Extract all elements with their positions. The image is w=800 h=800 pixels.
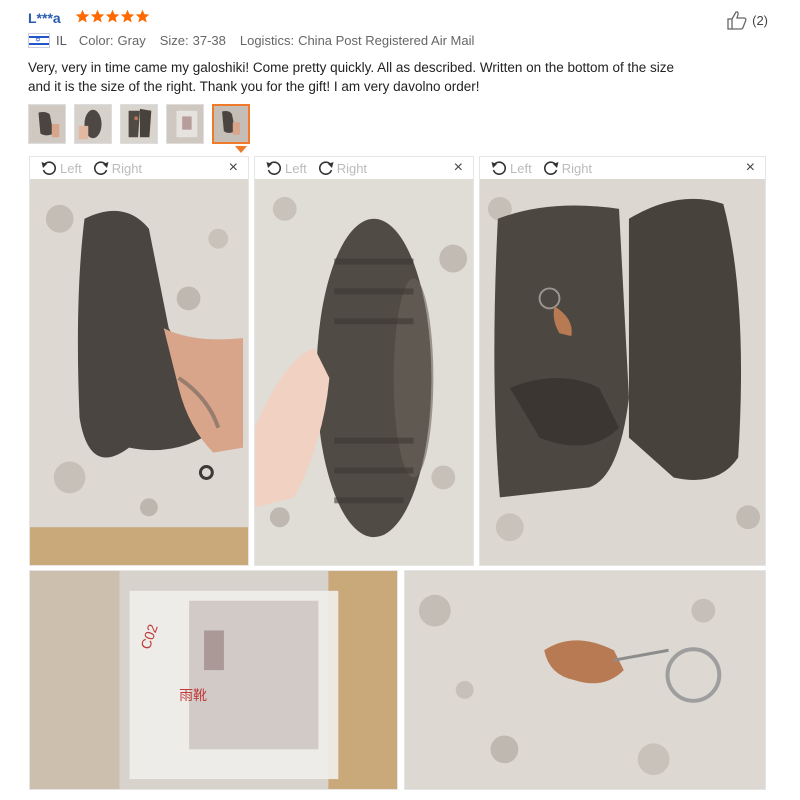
photo-thumbnail-3[interactable] (120, 104, 158, 144)
photo-thumbnail-5[interactable] (212, 104, 250, 144)
order-meta: ✡ IL Color: Gray Size: 37-38 Logistics: … (28, 33, 488, 48)
rotate-right-button[interactable]: Right (317, 159, 367, 177)
svg-text:雨靴: 雨靴 (179, 687, 207, 703)
star-rating (75, 9, 150, 24)
logistics-label: Logistics: (239, 33, 295, 48)
star-icon (105, 9, 120, 23)
star-icon (120, 9, 135, 23)
review-text: Very, very in time came my galoshiki! Co… (28, 60, 675, 94)
photo-panel-5 (404, 570, 766, 790)
review-photo-keychain (405, 571, 765, 789)
helpful-button[interactable]: (2) (726, 10, 768, 30)
thumbnail-strip (28, 104, 250, 144)
rotate-right-label: Right (336, 160, 368, 176)
thumbs-up-icon (727, 11, 747, 30)
photo-panel-1: Left Right × (29, 156, 249, 566)
rotate-left-label: Left (285, 160, 307, 176)
rotate-right-icon (93, 161, 109, 175)
close-icon[interactable]: × (454, 159, 463, 177)
reviewer-name: L***a (28, 10, 61, 26)
helpful-count: (2) (752, 12, 768, 28)
review-photo-boot-sole (255, 179, 473, 565)
rotate-left-label: Left (60, 160, 82, 176)
rotate-left-icon (266, 161, 281, 175)
rotate-right-icon (318, 161, 334, 175)
country-code: IL (56, 33, 67, 48)
rotate-right-icon (543, 161, 559, 175)
star-icon (90, 9, 105, 23)
photo-panel-4: C02 雨靴 (29, 570, 398, 790)
logistics-value: China Post Registered Air Mail (298, 33, 475, 48)
israel-flag-icon: ✡ (28, 33, 50, 48)
photo-thumbnail-2[interactable] (74, 104, 112, 144)
size-label: Size: (159, 33, 189, 48)
review-photo-boot-worn (30, 179, 248, 565)
rotate-right-button[interactable]: Right (542, 159, 592, 177)
rotate-right-label: Right (111, 160, 143, 176)
photo-toolbar: Left Right × (480, 157, 765, 179)
size-value: 37-38 (192, 33, 226, 48)
rotate-right-button[interactable]: Right (92, 159, 142, 177)
photo-panel-3: Left Right × (479, 156, 766, 566)
close-icon[interactable]: × (746, 159, 755, 177)
color-label: Color: (78, 33, 114, 48)
photo-toolbar: Left Right × (255, 157, 473, 179)
rotate-left-label: Left (510, 160, 532, 176)
photo-thumbnail-4[interactable] (166, 104, 204, 144)
photo-panel-2: Left Right × (254, 156, 474, 566)
rotate-left-button[interactable]: Left (490, 159, 532, 177)
review-photo-packaging: C02 雨靴 (30, 571, 397, 789)
review-photo-boots-pair (480, 179, 765, 565)
photo-toolbar: Left Right × (30, 157, 248, 179)
color-value: Gray (117, 33, 146, 48)
rotate-left-icon (41, 161, 56, 175)
active-thumbnail-caret (235, 146, 247, 153)
star-icon (75, 9, 90, 23)
close-icon[interactable]: × (229, 159, 238, 177)
rotate-right-label: Right (561, 160, 593, 176)
rotate-left-button[interactable]: Left (265, 159, 307, 177)
rotate-left-button[interactable]: Left (40, 159, 82, 177)
star-icon (135, 9, 150, 23)
photo-thumbnail-1[interactable] (28, 104, 66, 144)
rotate-left-icon (491, 161, 506, 175)
